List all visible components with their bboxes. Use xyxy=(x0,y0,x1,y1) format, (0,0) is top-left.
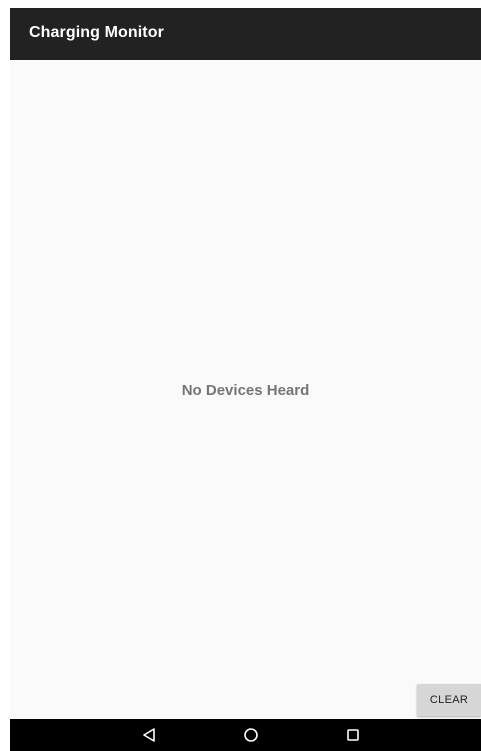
home-circle-icon xyxy=(244,728,258,742)
home-button[interactable] xyxy=(231,719,271,751)
app-bar: Charging Monitor xyxy=(10,8,481,60)
system-nav-bar xyxy=(10,719,481,751)
empty-state-message: No Devices Heard xyxy=(181,382,310,399)
recents-button[interactable] xyxy=(333,719,373,751)
recents-square-icon xyxy=(347,729,359,741)
clear-button[interactable]: CLEAR xyxy=(417,684,481,716)
app-window: Charging Monitor No Devices Heard CLEAR xyxy=(10,8,481,751)
app-title: Charging Monitor xyxy=(29,24,164,41)
device-list-area: No Devices Heard CLEAR xyxy=(10,60,481,719)
back-triangle-icon xyxy=(143,728,155,742)
back-button[interactable] xyxy=(129,719,169,751)
